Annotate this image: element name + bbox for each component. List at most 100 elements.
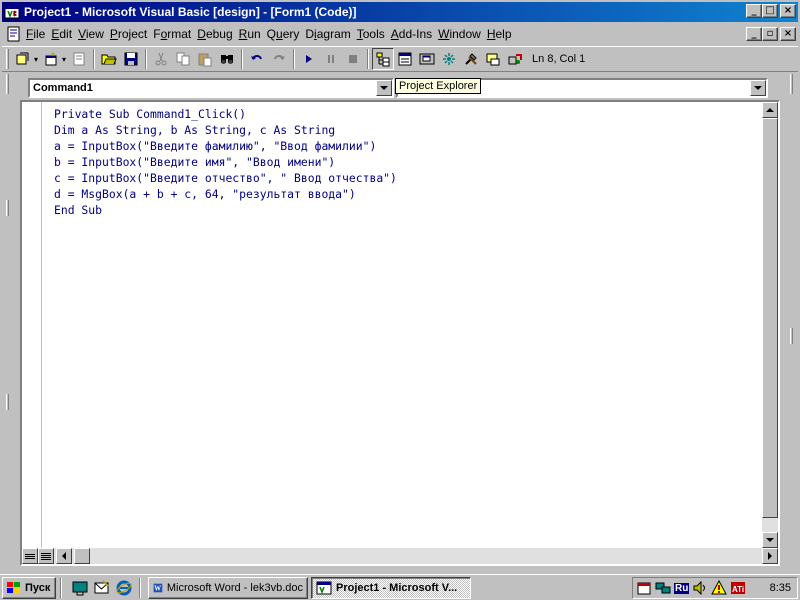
start-button[interactable] (298, 48, 320, 70)
scheduler-icon[interactable] (636, 580, 652, 596)
component-manager-icon (508, 54, 523, 65)
code-line[interactable]: End Sub (54, 202, 397, 218)
margin-indicator-bar[interactable] (22, 102, 42, 548)
toolbar-separator (241, 49, 244, 69)
menu-item[interactable]: Help (487, 27, 518, 41)
quick-launch (71, 579, 133, 597)
component-manager-button[interactable] (504, 48, 526, 70)
paste-button[interactable] (194, 48, 216, 70)
project-explorer-icon (376, 52, 390, 67)
redo-button[interactable] (268, 48, 290, 70)
task-word[interactable]: W Microsoft Word - lek3vb.doc (148, 576, 308, 599)
menu-item[interactable]: Format (153, 27, 197, 41)
add-project-button[interactable] (12, 48, 34, 70)
title-bar[interactable]: Project1 - Microsoft Visual Basic [desig… (2, 2, 798, 22)
project-explorer-button[interactable] (372, 48, 395, 70)
toolbar-grip[interactable] (6, 49, 9, 69)
horizontal-scroll-thumb[interactable] (74, 548, 90, 564)
code-line[interactable]: Private Sub Command1_Click() (54, 106, 397, 122)
mdi-restore-button[interactable]: ▫ (762, 27, 778, 41)
minimize-button[interactable]: _ (746, 4, 762, 18)
menu-item[interactable]: Add-Ins (391, 27, 438, 41)
restore-icon: ▫ (766, 28, 774, 39)
outlook-express-icon[interactable] (93, 579, 111, 597)
code-line[interactable]: c = InputBox("Введите отчество", " Ввод … (54, 170, 397, 186)
menu-item[interactable]: Query (267, 27, 306, 41)
language-indicator[interactable]: Ru (674, 582, 690, 594)
menu-item[interactable]: Edit (51, 27, 78, 41)
data-view-button[interactable] (482, 48, 504, 70)
ati-icon[interactable]: ATi (730, 580, 746, 596)
mdi-close-button[interactable]: × (780, 27, 796, 41)
volume-icon[interactable] (692, 580, 708, 596)
horizontal-scrollbar[interactable] (22, 548, 778, 564)
clock[interactable]: 8:35 (770, 582, 791, 594)
close-button[interactable]: × (780, 4, 796, 18)
warning-icon[interactable] (711, 580, 728, 596)
end-button[interactable] (342, 48, 364, 70)
maximize-button[interactable]: □ (762, 4, 778, 18)
toolbox-button[interactable] (460, 48, 482, 70)
mdi-minimize-button[interactable]: _ (746, 27, 762, 41)
dropdown-arrow-icon[interactable]: ▾ (62, 55, 66, 64)
code-window-icon[interactable] (6, 26, 22, 42)
menu-item[interactable]: Debug (197, 27, 238, 41)
break-button[interactable] (320, 48, 342, 70)
menu-item[interactable]: Project (110, 27, 153, 41)
menu-item[interactable]: Window (438, 27, 487, 41)
form-layout-button[interactable] (416, 48, 438, 70)
menu-editor-button[interactable] (68, 48, 90, 70)
object-combo-arrow[interactable] (376, 80, 392, 96)
menu-item[interactable]: File (26, 27, 51, 41)
object-combo-value: Command1 (33, 82, 93, 94)
add-form-icon (45, 52, 57, 66)
menu-item[interactable]: View (78, 27, 110, 41)
scroll-up-button[interactable] (762, 102, 778, 118)
copy-button[interactable] (172, 48, 194, 70)
code-line[interactable]: b = InputBox("Введите имя", "Ввод имени"… (54, 154, 397, 170)
task-vb[interactable]: Project1 - Microsoft V... (311, 576, 471, 599)
dock-grip (6, 394, 9, 410)
add-form-button[interactable] (40, 48, 62, 70)
close-icon: × (783, 5, 793, 16)
full-module-view-button[interactable] (38, 548, 54, 564)
arrow-left-icon (62, 552, 66, 560)
scroll-right-button[interactable] (762, 548, 778, 564)
code-editor[interactable]: Private Sub Command1_Click() Dim a As Str… (20, 100, 780, 566)
vertical-scroll-thumb[interactable] (762, 118, 778, 518)
menu-item[interactable]: Diagram (305, 27, 356, 41)
procedure-combo-arrow[interactable] (750, 80, 766, 96)
save-project-button[interactable] (120, 48, 142, 70)
redo-icon (274, 55, 286, 60)
menu-item[interactable]: Run (239, 27, 267, 41)
start-label: Пуск (25, 581, 51, 594)
find-button[interactable] (216, 48, 238, 70)
properties-window-button[interactable] (394, 48, 416, 70)
show-desktop-icon[interactable] (71, 579, 89, 597)
open-project-button[interactable] (98, 48, 120, 70)
scroll-left-button[interactable] (56, 548, 72, 564)
vertical-scrollbar[interactable] (762, 102, 778, 548)
menu-item[interactable]: Tools (357, 27, 391, 41)
scroll-down-button[interactable] (762, 532, 778, 548)
code-line[interactable]: Dim a As String, b As String, c As Strin… (54, 122, 397, 138)
code-line[interactable]: a = InputBox("Введите фамилию", "Ввод фа… (54, 138, 397, 154)
cut-button[interactable] (150, 48, 172, 70)
code-text[interactable]: Private Sub Command1_Click() Dim a As Str… (54, 106, 397, 218)
code-line[interactable]: d = MsgBox(a + b + c, 64, "результат вво… (54, 186, 397, 202)
pause-icon (328, 55, 335, 63)
object-combo[interactable]: Command1 (28, 78, 394, 98)
menu-bar: File Edit View Project Format Debug Run Query Di… (2, 24, 798, 44)
toolbar-separator (93, 49, 96, 69)
save-icon (124, 52, 138, 66)
dock-grip (6, 74, 9, 94)
undo-button[interactable] (246, 48, 268, 70)
start-button[interactable]: Пуск (2, 576, 56, 599)
internet-explorer-icon[interactable] (115, 579, 133, 597)
network-icon[interactable] (655, 580, 671, 596)
procedure-view-button[interactable] (22, 548, 38, 564)
dropdown-arrow-icon[interactable]: ▾ (34, 55, 38, 64)
close-icon: × (783, 28, 793, 39)
visual-basic-icon[interactable] (4, 4, 20, 20)
object-browser-button[interactable] (438, 48, 460, 70)
